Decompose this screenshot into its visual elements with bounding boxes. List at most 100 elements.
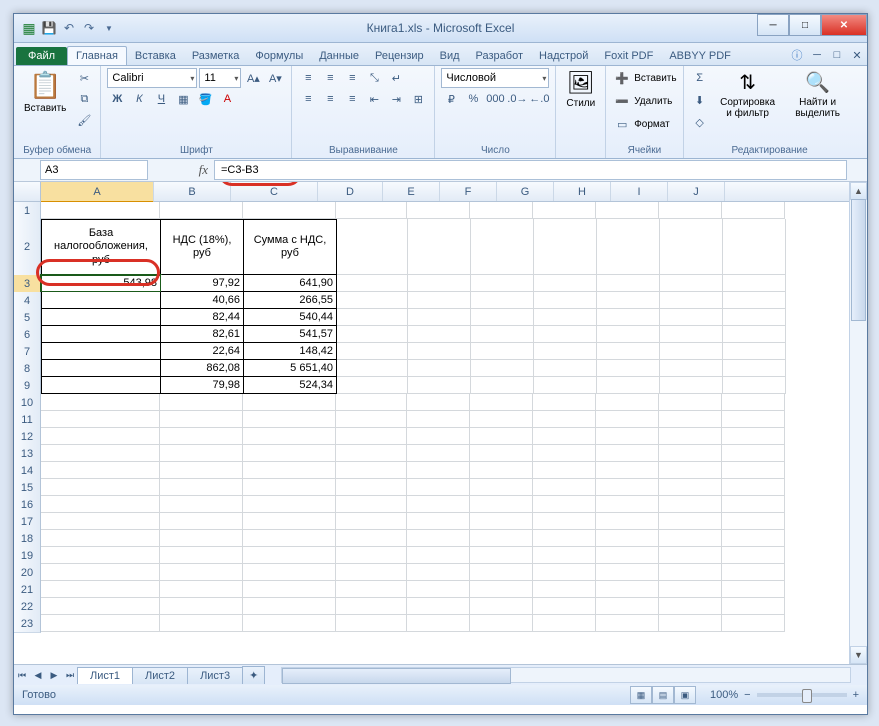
header-H[interactable] (597, 219, 660, 275)
cell-G4[interactable] (534, 292, 597, 309)
cell-G14[interactable] (533, 462, 596, 479)
cell-J8[interactable] (723, 360, 786, 377)
row-header-17[interactable]: 17 (14, 513, 41, 531)
cell-G12[interactable] (533, 428, 596, 445)
cell-H21[interactable] (596, 581, 659, 598)
cell-C19[interactable] (243, 547, 336, 564)
sheet-last-icon[interactable]: ⏭ (62, 667, 78, 683)
cell-A19[interactable] (41, 547, 160, 564)
sheet-prev-icon[interactable]: ◀ (30, 667, 46, 683)
file-tab[interactable]: Файл (16, 47, 67, 65)
sheet-next-icon[interactable]: ▶ (46, 667, 62, 683)
indent-dec-icon[interactable]: ⇤ (364, 89, 384, 109)
cell-F19[interactable] (470, 547, 533, 564)
cell-I13[interactable] (659, 445, 722, 462)
cell-G6[interactable] (534, 326, 597, 343)
sheet-tab-3[interactable]: Лист3 (187, 667, 243, 684)
cell-F22[interactable] (470, 598, 533, 615)
cell-J7[interactable] (723, 343, 786, 360)
cell-E11[interactable] (407, 411, 470, 428)
cell-D11[interactable] (336, 411, 407, 428)
cell-D17[interactable] (336, 513, 407, 530)
merge-icon[interactable]: ⊞ (408, 89, 428, 109)
cell-B10[interactable] (160, 394, 243, 411)
view-break-icon[interactable]: ▣ (674, 686, 696, 704)
cell-E3[interactable] (408, 275, 471, 292)
font-name-dropdown[interactable]: Calibri (107, 68, 197, 88)
undo-icon[interactable]: ↶ (60, 19, 78, 37)
cell-H9[interactable] (597, 377, 660, 394)
cell-I3[interactable] (660, 275, 723, 292)
cell-D16[interactable] (336, 496, 407, 513)
cell-I8[interactable] (660, 360, 723, 377)
cell-F10[interactable] (470, 394, 533, 411)
row-header-8[interactable]: 8 (14, 360, 41, 378)
cell-A23[interactable] (41, 615, 160, 632)
cell-F16[interactable] (470, 496, 533, 513)
tab-addins[interactable]: Надстрой (531, 47, 596, 65)
cell-C13[interactable] (243, 445, 336, 462)
cell-E18[interactable] (407, 530, 470, 547)
cell-F23[interactable] (470, 615, 533, 632)
zoom-slider[interactable] (757, 693, 847, 697)
cell-I7[interactable] (660, 343, 723, 360)
cell-C20[interactable] (243, 564, 336, 581)
cell-D4[interactable] (337, 292, 408, 309)
cell-A1[interactable] (41, 202, 160, 219)
cell-B4[interactable]: 40,66 (161, 292, 244, 309)
cell-G22[interactable] (533, 598, 596, 615)
tab-developer[interactable]: Разработ (468, 47, 531, 65)
cell-B16[interactable] (160, 496, 243, 513)
row-header-20[interactable]: 20 (14, 564, 41, 582)
cell-D22[interactable] (336, 598, 407, 615)
cell-C9[interactable]: 524,34 (244, 377, 337, 394)
cell-B18[interactable] (160, 530, 243, 547)
cell-D5[interactable] (337, 309, 408, 326)
header-B[interactable]: НДС (18%), руб (161, 219, 244, 275)
cell-D15[interactable] (336, 479, 407, 496)
cell-B21[interactable] (160, 581, 243, 598)
tab-foxit[interactable]: Foxit PDF (596, 47, 661, 65)
tab-insert[interactable]: Вставка (127, 47, 184, 65)
cell-A3[interactable]: 543,98 (41, 275, 161, 292)
cell-C7[interactable]: 148,42 (244, 343, 337, 360)
sheet-tab-2[interactable]: Лист2 (132, 667, 188, 684)
cell-G19[interactable] (533, 547, 596, 564)
cell-H13[interactable] (596, 445, 659, 462)
cell-A22[interactable] (41, 598, 160, 615)
maximize-button[interactable]: □ (789, 14, 821, 36)
cell-C1[interactable] (243, 202, 336, 219)
cell-D13[interactable] (336, 445, 407, 462)
cell-D18[interactable] (336, 530, 407, 547)
cell-G1[interactable] (533, 202, 596, 219)
col-header-I[interactable]: I (611, 182, 668, 201)
cell-F3[interactable] (471, 275, 534, 292)
cell-J9[interactable] (723, 377, 786, 394)
scroll-down-icon[interactable]: ▼ (850, 646, 867, 664)
header-I[interactable] (660, 219, 723, 275)
shrink-font-icon[interactable]: A▾ (265, 68, 285, 88)
ribbon-min-icon[interactable]: ─ (807, 45, 827, 65)
border-icon[interactable]: ▦ (173, 89, 193, 109)
cell-B20[interactable] (160, 564, 243, 581)
cell-C18[interactable] (243, 530, 336, 547)
cell-E19[interactable] (407, 547, 470, 564)
redo-icon[interactable]: ↷ (80, 19, 98, 37)
cell-D1[interactable] (336, 202, 407, 219)
view-normal-icon[interactable]: ▦ (630, 686, 652, 704)
cell-I1[interactable] (659, 202, 722, 219)
cell-H17[interactable] (596, 513, 659, 530)
cell-J23[interactable] (722, 615, 785, 632)
row-header-5[interactable]: 5 (14, 309, 41, 327)
cell-F11[interactable] (470, 411, 533, 428)
cell-G10[interactable] (533, 394, 596, 411)
cell-E7[interactable] (408, 343, 471, 360)
cell-E4[interactable] (408, 292, 471, 309)
cell-E17[interactable] (407, 513, 470, 530)
cell-J6[interactable] (723, 326, 786, 343)
cell-J4[interactable] (723, 292, 786, 309)
cell-E21[interactable] (407, 581, 470, 598)
cell-J13[interactable] (722, 445, 785, 462)
tab-layout[interactable]: Разметка (184, 47, 248, 65)
cell-J18[interactable] (722, 530, 785, 547)
